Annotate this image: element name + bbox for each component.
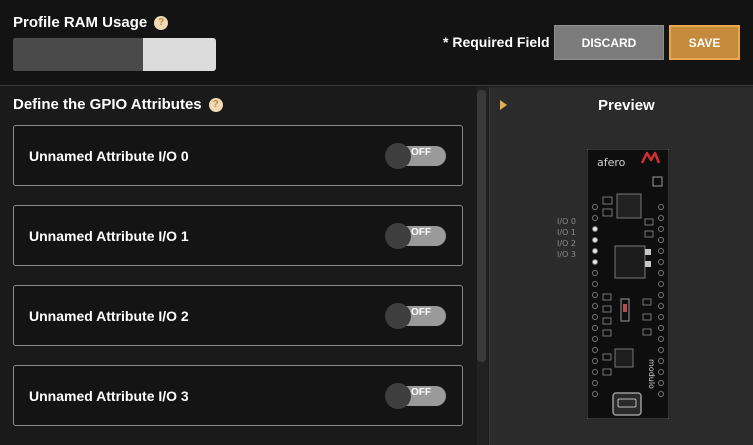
attribute-toggle[interactable]: OFF [385,143,446,169]
caret-right-icon[interactable] [500,100,507,110]
gpio-title-text: Define the GPIO Attributes [13,96,202,113]
pin-label-3: I/O 3 [557,250,576,259]
attribute-card-1[interactable]: Unnamed Attribute I/O 1 OFF [13,205,463,266]
attribute-card-2[interactable]: Unnamed Attribute I/O 2 OFF [13,285,463,346]
svg-text:modulo: modulo [647,359,656,389]
ram-usage-bar [13,38,216,71]
attribute-toggle[interactable]: OFF [385,303,446,329]
toggle-state: OFF [411,147,431,158]
attribute-card-3[interactable]: Unnamed Attribute I/O 3 OFF [13,365,463,426]
attribute-toggle[interactable]: OFF [385,383,446,409]
toggle-knob [385,383,411,409]
attribute-label: Unnamed Attribute I/O 2 [29,308,189,324]
toggle-state: OFF [411,227,431,238]
attribute-label: Unnamed Attribute I/O 1 [29,228,189,244]
help-icon[interactable]: ? [208,97,223,112]
preview-title: Preview [598,97,655,114]
toggle-knob [385,303,411,329]
gpio-panel: Define the GPIO Attributes ? Unnamed Att… [0,87,475,445]
help-icon[interactable]: ? [154,15,169,30]
ram-usage-fill [13,38,143,71]
toggle-state: OFF [411,387,431,398]
ram-usage-label: Profile RAM Usage [13,14,148,31]
board-illustration: afero modulo [587,149,669,419]
svg-text:afero: afero [597,156,626,169]
scrollbar-thumb[interactable] [477,90,486,362]
gpio-title: Define the GPIO Attributes ? [13,96,223,113]
pin-label-0: I/O 0 [557,217,576,226]
toggle-state: OFF [411,307,431,318]
top-bar: Profile RAM Usage ? * Required Field DIS… [0,0,753,86]
ram-usage-title: Profile RAM Usage ? [13,14,169,31]
attribute-toggle[interactable]: OFF [385,223,446,249]
pin-label-1: I/O 1 [557,228,576,237]
preview-panel: Preview I/O 0 I/O 1 I/O 2 I/O 3 afero mo… [489,87,753,445]
attribute-label: Unnamed Attribute I/O 3 [29,388,189,404]
attribute-card-0[interactable]: Unnamed Attribute I/O 0 OFF [13,125,463,186]
pin-label-2: I/O 2 [557,239,576,248]
save-button[interactable]: SAVE [669,25,740,60]
required-field-note: * Required Field [443,34,550,50]
toggle-knob [385,143,411,169]
toggle-knob [385,223,411,249]
discard-button[interactable]: DISCARD [554,25,664,60]
attribute-label: Unnamed Attribute I/O 0 [29,148,189,164]
